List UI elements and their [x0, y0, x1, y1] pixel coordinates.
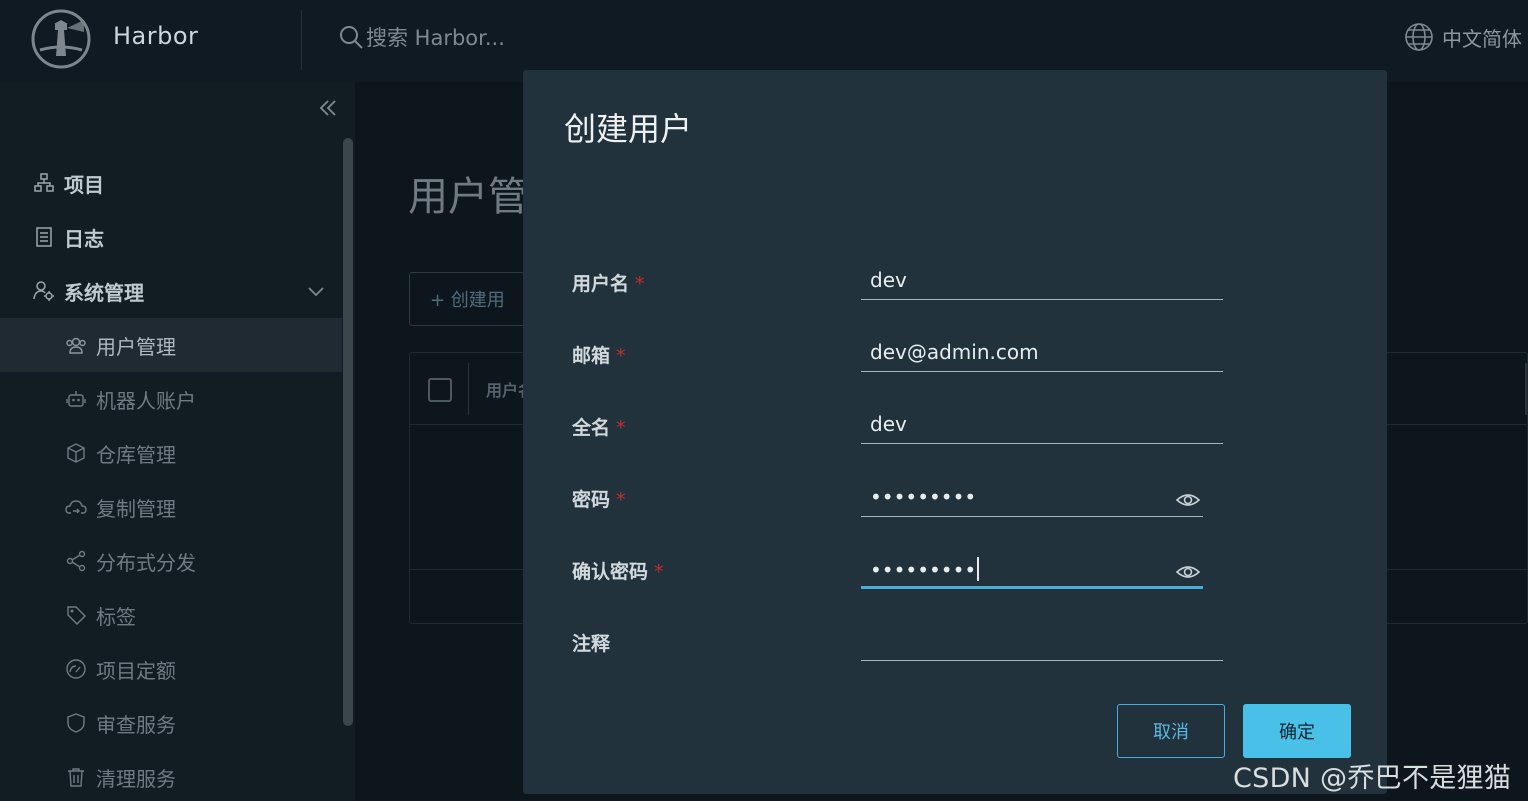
email-field[interactable]: dev@admin.com — [861, 336, 1223, 372]
robot-icon — [64, 387, 88, 411]
create-user-modal: 创建用户 用户名 * dev 邮箱 * dev@admin.com 全名 * dev … — [523, 70, 1387, 794]
required-mark: * — [654, 561, 664, 583]
tag-icon — [64, 603, 88, 627]
email-label: 邮箱 * — [572, 345, 626, 367]
globe-icon — [1405, 23, 1433, 51]
language-switcher[interactable]: 中文简体 — [1404, 22, 1522, 52]
sidebar-item-label: 仓库管理 — [96, 442, 176, 467]
eye-icon[interactable] — [1175, 487, 1201, 513]
cloud-sync-icon — [64, 495, 88, 519]
required-mark: * — [635, 273, 645, 295]
required-mark: * — [616, 417, 626, 439]
confirm-password-field[interactable]: ••••••••• — [861, 553, 1203, 589]
sidebar-item-replications[interactable]: 复制管理 — [0, 480, 342, 534]
global-search[interactable]: 搜索 Harbor... — [338, 22, 505, 52]
confirm-password-value: ••••••••• — [870, 557, 980, 582]
sidebar: 项目 日志 系统管理 用户管理 机器人账户 仓库管理 复制管理 分布式分发 标签… — [0, 82, 355, 801]
ok-button[interactable]: 确定 — [1243, 704, 1351, 758]
sidebar-item-logs[interactable]: 日志 — [0, 210, 342, 264]
comment-label: 注释 — [572, 633, 611, 655]
sidebar-item-distributions[interactable]: 分布式分发 — [0, 534, 342, 588]
gauge-icon — [64, 657, 88, 681]
sidebar-item-interrogation-services[interactable]: 审查服务 — [0, 696, 342, 750]
email-value: dev@admin.com — [870, 340, 1039, 364]
confirm-password-label: 确认密码 * — [572, 561, 664, 583]
username-value: dev — [870, 268, 907, 292]
sidebar-item-labels[interactable]: 标签 — [0, 588, 342, 642]
sidebar-item-projects[interactable]: 项目 — [0, 156, 342, 210]
system-admin-icon — [32, 279, 56, 303]
password-field[interactable]: ••••••••• — [861, 481, 1203, 517]
language-label: 中文简体 — [1442, 26, 1522, 51]
fullname-label: 全名 * — [572, 417, 626, 439]
users-icon — [64, 333, 88, 357]
password-value: ••••••••• — [870, 485, 977, 509]
chevron-down-icon[interactable] — [304, 279, 328, 303]
watermark: CSDN @乔巴不是狸猫 — [1233, 763, 1512, 794]
sidebar-item-project-quotas[interactable]: 项目定额 — [0, 642, 342, 696]
share-icon — [64, 549, 88, 573]
app-title[interactable]: Harbor — [113, 22, 198, 50]
password-label: 密码 * — [572, 489, 626, 511]
sidebar-item-label: 项目 — [64, 172, 104, 197]
sidebar-item-user-management[interactable]: 用户管理 — [0, 318, 342, 372]
sidebar-item-label: 复制管理 — [96, 496, 176, 521]
sidebar-item-label: 机器人账户 — [96, 388, 196, 413]
sidebar-item-label: 用户管理 — [96, 334, 176, 359]
sidebar-item-clean-up[interactable]: 清理服务 — [0, 750, 342, 801]
fullname-field[interactable]: dev — [861, 408, 1223, 444]
shield-icon — [64, 711, 88, 735]
sidebar-item-label: 标签 — [96, 604, 136, 629]
sidebar-item-label: 清理服务 — [96, 766, 176, 791]
comment-field[interactable] — [861, 625, 1223, 661]
cancel-button[interactable]: 取消 — [1117, 704, 1225, 758]
sidebar-item-robot-accounts[interactable]: 机器人账户 — [0, 372, 342, 426]
sidebar-item-label: 审查服务 — [96, 712, 176, 737]
sidebar-item-label: 项目定额 — [96, 658, 176, 683]
trash-icon — [64, 765, 88, 789]
search-icon — [340, 26, 363, 49]
username-field[interactable]: dev — [861, 264, 1223, 300]
required-mark: * — [616, 489, 626, 511]
sidebar-item-registries[interactable]: 仓库管理 — [0, 426, 342, 480]
fullname-value: dev — [870, 412, 907, 436]
text-caret — [977, 557, 980, 581]
harbor-logo-icon[interactable] — [30, 8, 92, 70]
project-icon — [32, 171, 56, 195]
sidebar-scrollbar[interactable] — [343, 138, 353, 726]
header-divider — [301, 10, 302, 70]
sidebar-item-label: 系统管理 — [64, 280, 144, 305]
column-separator — [1525, 363, 1527, 415]
modal-title: 创建用户 — [564, 110, 693, 148]
page-title: 用户管 — [408, 174, 528, 220]
username-label: 用户名 * — [572, 273, 645, 295]
eye-icon[interactable] — [1175, 559, 1201, 585]
sidebar-item-label: 日志 — [64, 226, 104, 251]
required-mark: * — [616, 345, 626, 367]
sidebar-item-system-admin[interactable]: 系统管理 — [0, 264, 342, 318]
column-separator — [468, 363, 469, 415]
search-input[interactable]: 搜索 Harbor... — [366, 22, 505, 52]
log-icon — [32, 225, 56, 249]
select-all-checkbox[interactable] — [428, 378, 452, 402]
collapse-sidebar-icon[interactable] — [316, 96, 340, 120]
sidebar-item-label: 分布式分发 — [96, 550, 196, 575]
box-icon — [64, 441, 88, 465]
